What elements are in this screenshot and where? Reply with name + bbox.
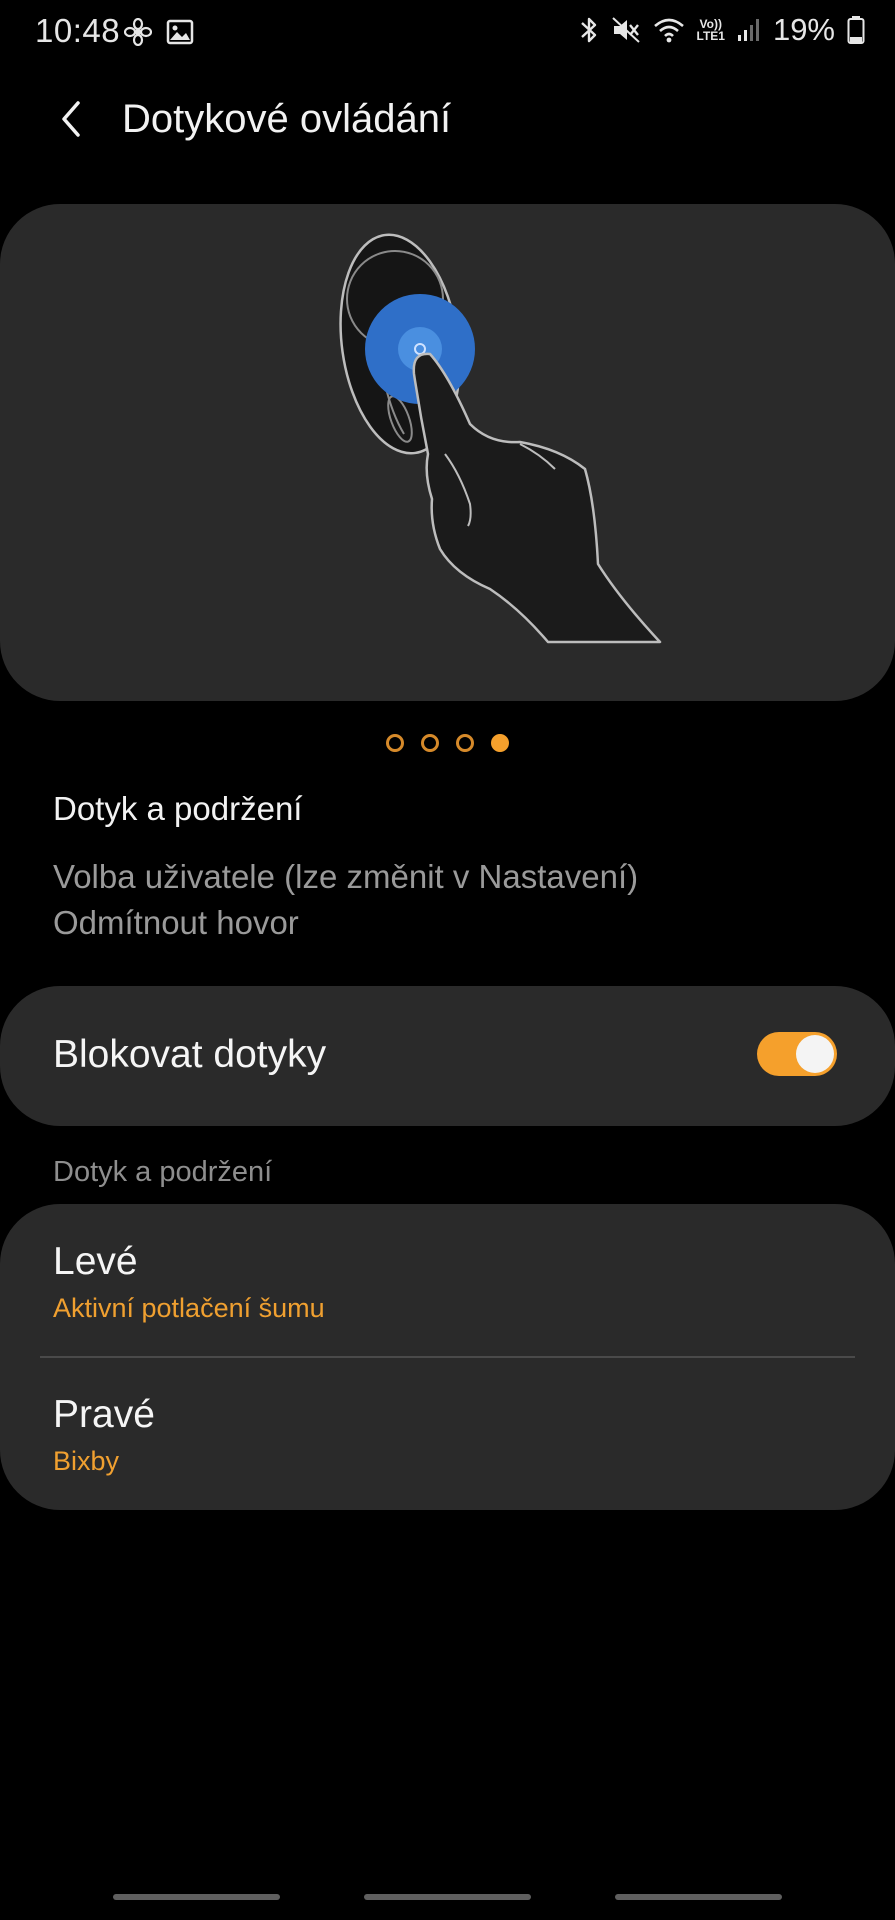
navigation-bar xyxy=(0,1894,895,1904)
gesture-description-line-2: Odmítnout hovor xyxy=(53,904,299,941)
section-header: Dotyk a podržení xyxy=(53,1156,273,1188)
pager-dot-4-active[interactable] xyxy=(491,734,509,752)
lte-badge-bottom: LTE1 xyxy=(696,29,725,43)
touch-and-hold-illustration xyxy=(339,233,662,644)
right-earbud-setting[interactable]: Pravé Bixby xyxy=(0,1357,895,1510)
app-header: Dotykové ovládání xyxy=(0,80,895,160)
gesture-illustration-card[interactable] xyxy=(0,204,895,701)
block-touches-toggle[interactable] xyxy=(757,1032,837,1076)
pager-dot-2[interactable] xyxy=(421,734,439,752)
image-icon xyxy=(166,19,194,45)
pager-dot-1[interactable] xyxy=(386,734,404,752)
block-touches-row[interactable]: Blokovat dotyky xyxy=(0,986,895,1126)
wifi-icon xyxy=(653,18,684,43)
block-touches-label: Blokovat dotyky xyxy=(53,1033,327,1076)
back-button[interactable] xyxy=(46,94,96,144)
signal-icon xyxy=(737,19,759,41)
left-earbud-value: Aktivní potlačení šumu xyxy=(53,1293,325,1323)
nav-back-handle[interactable] xyxy=(615,1894,782,1900)
mute-icon xyxy=(611,17,640,43)
lte-badge: Vo)) LTE1 xyxy=(697,18,725,42)
nav-recents-handle[interactable] xyxy=(113,1894,280,1900)
nav-home-handle[interactable] xyxy=(364,1894,531,1900)
right-earbud-value: Bixby xyxy=(53,1446,120,1476)
status-bar: 10:48 Vo)) LTE1 19% xyxy=(0,0,895,68)
left-earbud-setting[interactable]: Levé Aktivní potlačení šumu xyxy=(0,1204,895,1357)
battery-percent: 19% xyxy=(772,12,835,47)
battery-icon xyxy=(847,16,865,44)
fan-icon xyxy=(124,18,152,46)
toggle-knob xyxy=(796,1035,834,1073)
status-right-icons: Vo)) LTE1 19% xyxy=(579,12,866,48)
right-earbud-title: Pravé xyxy=(53,1393,155,1436)
status-left-icons xyxy=(124,18,194,46)
page-title: Dotykové ovládání xyxy=(122,97,452,141)
pager-dot-3[interactable] xyxy=(456,734,474,752)
bluetooth-icon xyxy=(580,17,596,43)
gesture-title: Dotyk a podržení xyxy=(53,790,303,827)
carousel-pager xyxy=(0,734,895,756)
left-earbud-title: Levé xyxy=(53,1240,138,1283)
gesture-description-line-1: Volba uživatele (lze změnit v Nastavení) xyxy=(53,858,639,895)
status-time: 10:48 xyxy=(35,12,121,49)
chevron-left-icon xyxy=(62,101,80,137)
touch-and-hold-sides-card: Levé Aktivní potlačení šumu Pravé Bixby xyxy=(0,1204,895,1510)
